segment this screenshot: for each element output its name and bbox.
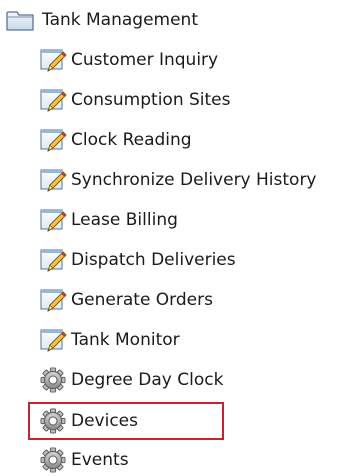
edit-form-icon [38,205,68,235]
tree-item-label: Events [71,450,129,470]
edit-form-icon [38,325,68,355]
navigation-tree: Tank Management Customer Inquiry Consump… [0,0,358,476]
edit-form-icon [38,45,68,75]
folder-icon [4,4,36,36]
tree-item-synchronize-delivery-history[interactable]: Synchronize Delivery History [38,164,317,196]
edit-form-icon [38,165,68,195]
edit-form-icon [38,125,68,155]
tree-item-tank-monitor[interactable]: Tank Monitor [38,324,180,356]
tree-item-label: Synchronize Delivery History [71,170,317,190]
tree-item-lease-billing[interactable]: Lease Billing [38,204,178,236]
gear-icon [38,406,68,436]
tree-item-label: Tank Monitor [71,330,180,350]
tree-item-customer-inquiry[interactable]: Customer Inquiry [38,44,218,76]
tree-item-consumption-sites[interactable]: Consumption Sites [38,84,231,116]
tree-item-label: Lease Billing [71,210,178,230]
tree-item-label: Consumption Sites [71,90,231,110]
tree-node-tank-management[interactable]: Tank Management [4,4,198,36]
tree-item-label: Clock Reading [71,130,192,150]
tree-node-label: Tank Management [42,10,198,30]
gear-icon [38,445,68,475]
edit-form-icon [38,245,68,275]
tree-item-label: Dispatch Deliveries [71,250,236,270]
tree-item-label: Customer Inquiry [71,50,219,70]
gear-icon [38,365,68,395]
tree-item-devices[interactable]: Devices [38,405,138,437]
tree-item-generate-orders[interactable]: Generate Orders [38,284,213,316]
tree-item-label: Degree Day Clock [71,370,224,390]
edit-form-icon [38,285,68,315]
tree-item-label: Generate Orders [71,290,213,310]
tree-item-degree-day-clock[interactable]: Degree Day Clock [38,364,223,396]
tree-item-clock-reading[interactable]: Clock Reading [38,124,192,156]
tree-item-label: Devices [71,411,138,431]
edit-form-icon [38,85,68,115]
tree-item-dispatch-deliveries[interactable]: Dispatch Deliveries [38,244,236,276]
tree-item-events[interactable]: Events [38,444,129,476]
